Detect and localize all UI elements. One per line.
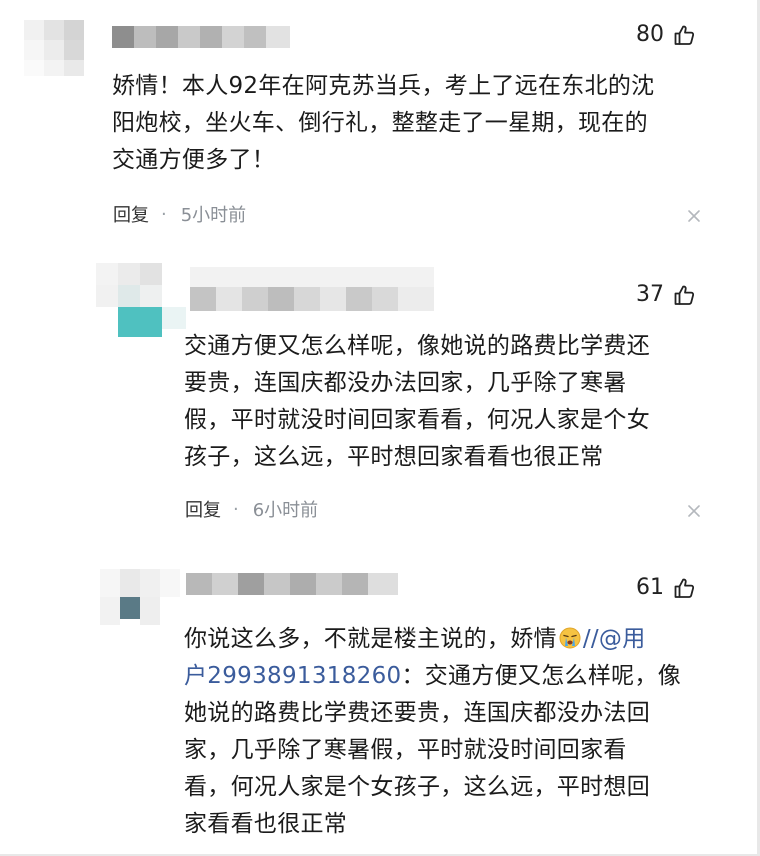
crying-emoji-icon [559, 627, 581, 649]
comment-line: 阳炮校，坐火车、倒行礼，整整走了一星期，现在的 [112, 110, 648, 136]
like-button[interactable]: 37 [636, 282, 696, 307]
thumbs-up-icon[interactable] [672, 283, 696, 307]
comment-line: 家，几乎除了寒暑假，平时就没时间回家看 [184, 737, 627, 763]
comment-line: 家看看也很正常 [184, 811, 348, 837]
blurred-username[interactable] [190, 267, 434, 311]
comment-meta: 回复 · 6小时前 [185, 496, 318, 522]
like-button[interactable]: 80 [636, 22, 696, 47]
close-icon[interactable] [687, 209, 701, 223]
meta-separator: · [161, 203, 167, 225]
comment-item: 61 你说这么多，不就是楼主说的，娇情 //@用 户2993891318260：… [0, 545, 760, 856]
user-mention-link[interactable]: //@用 [583, 626, 646, 652]
reply-button[interactable]: 回复 [113, 201, 149, 227]
like-button[interactable]: 61 [636, 575, 696, 600]
user-mention-link[interactable]: 户2993891318260 [184, 663, 401, 689]
blurred-username[interactable] [112, 26, 290, 48]
comment-line: 她说的路费比学费还要贵，连国庆都没办法回 [184, 700, 650, 726]
comment-meta: 回复 · 5小时前 [113, 201, 246, 227]
comment-line: 假，平时就没时间回家看看，何况人家是个女 [184, 407, 650, 433]
meta-separator: · [233, 498, 239, 520]
blurred-username[interactable] [186, 573, 398, 595]
comment-line: 孩子，这么远，平时想回家看看也很正常 [184, 444, 604, 470]
thumbs-up-icon [672, 23, 696, 47]
blurred-avatar[interactable] [100, 569, 180, 625]
comment-item: 37 交通方便又怎么样呢，像她说的路费比学费还 要贵，连国庆都没办法回家，几乎除… [0, 245, 760, 545]
comment-line: 交通方便又怎么样呢，像她说的路费比学费还 [184, 333, 650, 359]
comment-item: 80 娇情！本人92年在阿克苏当兵，考上了远在东北的沈 阳炮校，坐火车、倒行礼，… [0, 0, 760, 245]
comment-line: 要贵，连国庆都没办法回家，几乎除了寒暑 [184, 370, 627, 396]
comment-line: 看，何况人家是个女孩子，这么远，平时想回 [184, 774, 650, 800]
comment-line: 娇情！本人92年在阿克苏当兵，考上了远在东北的沈 [112, 73, 655, 99]
blurred-avatar[interactable] [24, 20, 84, 76]
comment-text-part: 你说这么多，不就是楼主说的，娇情 [184, 626, 557, 652]
like-count: 80 [636, 22, 664, 47]
comment-text: 你说这么多，不就是楼主说的，娇情 //@用 户2993891318260：交通方… [184, 621, 681, 843]
close-icon[interactable] [687, 504, 701, 518]
comment-text: 交通方便又怎么样呢，像她说的路费比学费还 要贵，连国庆都没办法回家，几乎除了寒暑… [184, 328, 650, 476]
like-count: 61 [636, 575, 664, 600]
comment-timestamp: 6小时前 [252, 500, 319, 521]
comment-line: 交通方便多了！ [112, 147, 276, 173]
thumbs-up-icon[interactable] [672, 576, 696, 600]
comment-timestamp: 5小时前 [180, 205, 247, 226]
comment-line: 你说这么多，不就是楼主说的，娇情 //@用 [184, 621, 681, 658]
comment-text-part: ：交通方便又怎么样呢，像 [401, 663, 682, 689]
blurred-avatar[interactable] [96, 263, 186, 337]
comment-text: 娇情！本人92年在阿克苏当兵，考上了远在东北的沈 阳炮校，坐火车、倒行礼，整整走… [112, 68, 654, 179]
comment-line: 户2993891318260：交通方便又怎么样呢，像 [184, 658, 681, 695]
like-count: 37 [636, 282, 664, 307]
reply-button[interactable]: 回复 [185, 496, 221, 522]
